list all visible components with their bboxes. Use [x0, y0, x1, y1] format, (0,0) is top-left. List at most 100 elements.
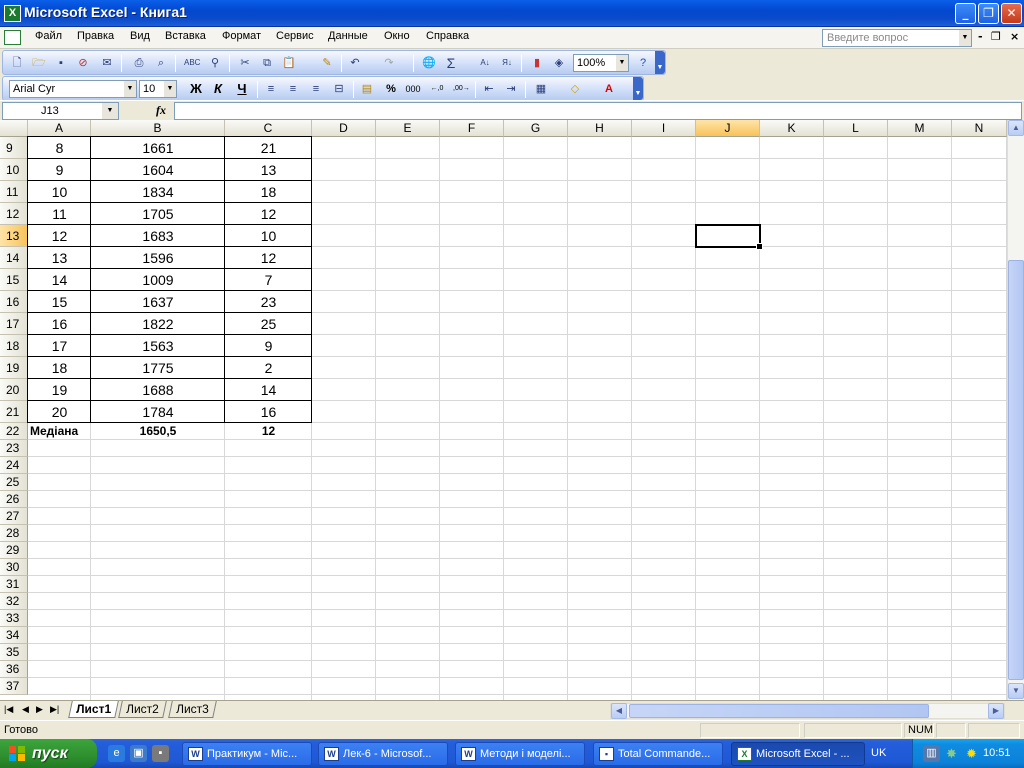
row-header[interactable]: 23 — [0, 440, 28, 457]
align-right-icon[interactable]: ≡ — [308, 81, 324, 97]
format-painter-icon[interactable]: ✎ — [319, 55, 335, 71]
sort-descending-icon[interactable]: Я↓ — [499, 55, 515, 71]
redo-icon[interactable]: ↷ — [381, 55, 397, 71]
save-icon[interactable]: ▪ — [53, 55, 69, 71]
help-icon[interactable]: ? — [635, 55, 651, 71]
font-select[interactable]: Arial Cyr ▼ — [9, 80, 137, 98]
doc-minimize-button[interactable]: - — [978, 30, 983, 43]
column-header-l[interactable]: L — [824, 120, 888, 137]
menu-tools[interactable]: Сервис — [276, 30, 314, 42]
align-left-icon[interactable]: ≡ — [263, 81, 279, 97]
language-indicator[interactable]: UK — [871, 747, 886, 759]
minimize-button[interactable]: _ — [955, 3, 976, 24]
desktop-icon[interactable]: ▣ — [130, 745, 147, 762]
column-header-h[interactable]: H — [568, 120, 632, 137]
task-button-5[interactable]: X Microsoft Excel - ... — [731, 742, 865, 766]
chevron-down-icon[interactable]: ▼ — [616, 55, 628, 71]
task-button-1[interactable]: W Практикум - Mic... — [182, 742, 312, 766]
menu-file[interactable]: Файл — [35, 30, 62, 42]
toolbar-options-icon[interactable]: ▼ — [633, 77, 643, 100]
row-header[interactable]: 35 — [0, 644, 28, 661]
scroll-left-icon[interactable]: ◀ — [611, 703, 627, 719]
summary-cell-c[interactable]: 12 — [225, 423, 312, 440]
cut-icon[interactable]: ✂ — [237, 55, 253, 71]
formula-input[interactable] — [174, 102, 1022, 120]
menu-help[interactable]: Справка — [426, 30, 469, 42]
menu-format[interactable]: Формат — [222, 30, 261, 42]
doc-restore-button[interactable]: ❐ — [991, 30, 1001, 43]
row-header[interactable]: 31 — [0, 576, 28, 593]
email-icon[interactable]: ✉ — [99, 55, 115, 71]
row-header[interactable]: 32 — [0, 593, 28, 610]
row-header[interactable]: 24 — [0, 457, 28, 474]
restore-button[interactable]: ❐ — [978, 3, 999, 24]
task-button-4[interactable]: ▪ Total Commande... — [593, 742, 723, 766]
column-header-i[interactable]: I — [632, 120, 696, 137]
increase-indent-icon[interactable]: ⇥ — [503, 81, 519, 97]
menu-edit[interactable]: Правка — [77, 30, 114, 42]
hyperlink-icon[interactable]: 🌐 — [421, 55, 437, 71]
comma-icon[interactable]: 000 — [405, 81, 421, 97]
decrease-decimal-icon[interactable]: ,00→ — [453, 81, 470, 97]
excel-icon[interactable]: X — [4, 5, 21, 22]
underline-button[interactable]: Ч — [234, 81, 250, 97]
menu-window[interactable]: Окно — [384, 30, 410, 42]
menu-insert[interactable]: Вставка — [165, 30, 206, 42]
copy-icon[interactable]: ⧉ — [259, 55, 275, 71]
font-size-select[interactable]: 10 ▼ — [139, 80, 177, 98]
row-header[interactable]: 34 — [0, 627, 28, 644]
column-header-j[interactable]: J — [696, 120, 760, 137]
row-header[interactable]: 15 — [0, 269, 28, 291]
font-color-icon[interactable]: A — [601, 81, 617, 97]
merge-center-icon[interactable]: ⊟ — [331, 81, 347, 97]
menu-view[interactable]: Вид — [130, 30, 150, 42]
fill-color-icon[interactable]: ◇ — [567, 81, 583, 97]
row-header[interactable]: 9 — [0, 137, 28, 159]
next-sheet-icon[interactable]: ▶ — [36, 704, 43, 715]
name-box[interactable]: J13 ▼ — [2, 102, 119, 120]
currency-icon[interactable]: ▤ — [359, 81, 375, 97]
drawing-icon[interactable]: ◈ — [551, 55, 567, 71]
row-header[interactable]: 10 — [0, 159, 28, 181]
first-sheet-icon[interactable]: |◀ — [4, 704, 13, 715]
row-header[interactable]: 14 — [0, 247, 28, 269]
last-sheet-icon[interactable]: ▶| — [50, 704, 59, 715]
insert-function-icon[interactable]: fx — [156, 103, 166, 118]
row-header[interactable]: 22 — [0, 423, 28, 440]
scroll-down-icon[interactable]: ▼ — [1008, 683, 1024, 699]
scroll-up-icon[interactable]: ▲ — [1008, 120, 1024, 136]
column-header-d[interactable]: D — [312, 120, 376, 137]
row-header[interactable]: 11 — [0, 181, 28, 203]
row-header[interactable]: 12 — [0, 203, 28, 225]
row-header[interactable]: 37 — [0, 678, 28, 695]
scroll-right-icon[interactable]: ▶ — [988, 703, 1004, 719]
increase-decimal-icon[interactable]: ←,0 — [429, 81, 445, 97]
chevron-down-icon[interactable]: ▼ — [124, 81, 136, 97]
sheet-tab-1[interactable]: Лист1 — [68, 701, 119, 718]
row-header[interactable]: 27 — [0, 508, 28, 525]
task-button-3[interactable]: W Методи і моделі... — [455, 742, 585, 766]
network-icon[interactable]: ▥ — [923, 745, 940, 762]
autosum-icon[interactable]: Σ — [443, 55, 459, 71]
active-cell[interactable] — [695, 224, 763, 250]
row-header[interactable]: 30 — [0, 559, 28, 576]
worksheet-grid[interactable]: A B C D E F G H I J K L M N 9 10 11 12 13 14 15 16 17 18 19 20 21 2… — [0, 120, 1007, 700]
chart-wizard-icon[interactable]: ▮ — [529, 55, 545, 71]
column-header-g[interactable]: G — [504, 120, 568, 137]
horizontal-scrollbar[interactable]: ◀ ▶ — [610, 703, 1005, 719]
tray-app-icon[interactable]: ✸ — [943, 745, 960, 762]
row-header[interactable]: 16 — [0, 291, 28, 313]
row-header[interactable]: 25 — [0, 474, 28, 491]
prev-sheet-icon[interactable]: ◀ — [22, 704, 29, 715]
task-button-2[interactable]: W Лек-6 - Microsof... — [318, 742, 448, 766]
horizontal-scroll-thumb[interactable] — [629, 704, 929, 718]
sheet-tab-2[interactable]: Лист2 — [118, 701, 167, 718]
column-header-b[interactable]: B — [91, 120, 225, 137]
print-icon[interactable]: ⎙ — [131, 55, 147, 71]
paste-icon[interactable]: 📋 — [281, 55, 297, 71]
chevron-down-icon[interactable]: ▼ — [164, 81, 176, 97]
column-header-a[interactable]: A — [28, 120, 91, 137]
undo-icon[interactable]: ↶ — [347, 55, 363, 71]
toolbar-options-icon[interactable]: ▼ — [655, 51, 665, 74]
row-header[interactable]: 17 — [0, 313, 28, 335]
